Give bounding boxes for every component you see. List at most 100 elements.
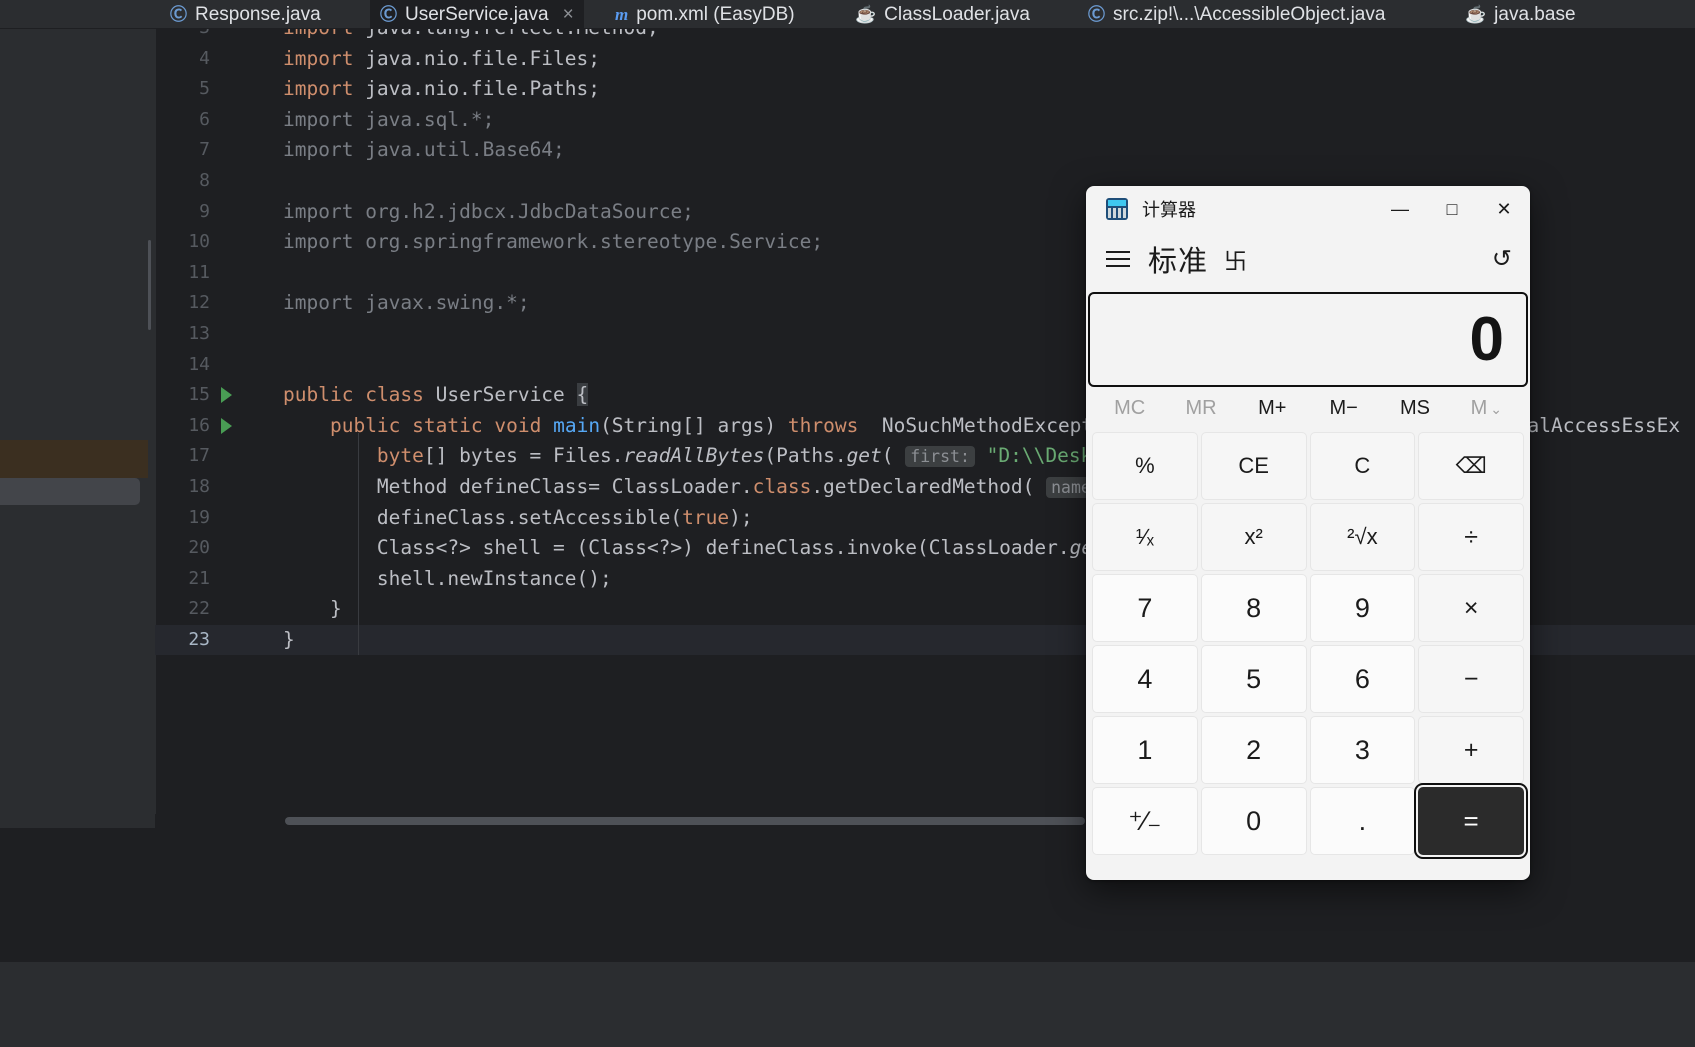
maximize-button[interactable]: □	[1426, 186, 1478, 232]
line-number: 23	[188, 628, 210, 650]
key-digit-4[interactable]: 4	[1092, 645, 1198, 713]
key-multiply[interactable]: ×	[1418, 574, 1524, 642]
key-clear[interactable]: C	[1309, 432, 1416, 500]
key-digit-6[interactable]: 6	[1309, 645, 1416, 713]
hamburger-icon[interactable]	[1106, 250, 1130, 268]
editor-tab[interactable]: Ⓒ UserService.java ×	[370, 0, 584, 29]
key-decimal-point[interactable]: .	[1309, 787, 1416, 855]
code-line-text: import java.sql.*;	[283, 107, 495, 131]
key-digit-0[interactable]: 0	[1200, 787, 1307, 855]
calculator-display[interactable]: 0	[1088, 292, 1528, 387]
code-line-text: import java.nio.file.Paths;	[283, 77, 600, 101]
key-clear-entry[interactable]: CE	[1200, 432, 1307, 500]
pin-icon[interactable]: 卐	[1224, 242, 1247, 276]
code-line[interactable]: 7 import java.util.Base64;	[155, 135, 1695, 166]
indent-guide	[358, 433, 359, 655]
minimize-button[interactable]: —	[1374, 186, 1426, 232]
key-digit-2[interactable]: 2	[1200, 716, 1307, 784]
key-square-root[interactable]: ²√x	[1309, 503, 1416, 571]
code-line-text: shell.newInstance();	[283, 566, 612, 590]
line-number: 15	[188, 384, 210, 406]
close-button[interactable]: ✕	[1478, 186, 1530, 232]
editor-tab[interactable]: ☕ java.base	[1455, 0, 1586, 29]
project-row-modified[interactable]	[0, 440, 155, 478]
key-percent[interactable]: %	[1092, 432, 1198, 500]
editor-tab-label: pom.xml (EasyDB)	[636, 3, 795, 25]
code-line-text: import java.util.Base64;	[283, 138, 565, 162]
memory-button-mc[interactable]: MC	[1094, 397, 1165, 420]
key-square[interactable]: x²	[1200, 503, 1307, 571]
line-number: 5	[199, 78, 210, 100]
line-number: 6	[199, 108, 210, 130]
run-gutter-icon[interactable]	[221, 417, 232, 434]
code-line[interactable]: 5 import java.nio.file.Paths;	[155, 74, 1695, 105]
memory-button-m[interactable]: M−	[1308, 397, 1379, 420]
java-class-icon: Ⓒ	[380, 5, 397, 24]
code-line-text: import java.lang.reflect.Method;	[283, 29, 659, 44]
chevron-down-icon: ⌄	[1490, 400, 1502, 417]
code-line-text: public class UserService {	[283, 383, 589, 407]
close-tab-icon[interactable]: ×	[563, 4, 574, 26]
line-number: 19	[188, 506, 210, 528]
memory-row[interactable]: MC MR M+ M− MS M ⌄	[1086, 387, 1530, 429]
editor-tabbar[interactable]: Ⓒ Response.java Ⓒ UserService.java × m pom.xml…	[0, 0, 1695, 29]
keypad[interactable]: % CE C ⌫ ¹∕ₓ x² ²√x ÷ 7 8 9 × 4 5 6− 1 2 3 + ⁺∕₋ 0. =	[1086, 429, 1530, 862]
key-subtract[interactable]: −	[1418, 645, 1524, 713]
project-row-selected[interactable]	[0, 478, 140, 505]
line-number: 22	[188, 598, 210, 620]
code-line-text: defineClass.setAccessible(true);	[283, 505, 753, 529]
editor-tab[interactable]: Ⓒsrc.zip!\...\AccessibleObject.java	[1078, 0, 1395, 29]
code-line-text: import java.nio.file.Files;	[283, 46, 600, 70]
line-number: 10	[188, 231, 210, 253]
line-number: 21	[188, 567, 210, 589]
key-digit-7[interactable]: 7	[1092, 574, 1198, 642]
window-controls[interactable]: — □ ✕	[1374, 186, 1530, 232]
line-number: 13	[188, 322, 210, 344]
panel-scrollbar[interactable]	[148, 240, 151, 330]
line-number: 9	[199, 200, 210, 222]
code-line[interactable]: 6 import java.sql.*;	[155, 105, 1695, 136]
mode-label: 标准	[1148, 246, 1209, 278]
editor-tab[interactable]: Ⓒ Response.java	[160, 0, 331, 29]
run-gutter-icon[interactable]	[221, 387, 232, 404]
code-line-text: import org.h2.jdbcx.JdbcDataSource;	[283, 199, 694, 223]
key-equals[interactable]: =	[1418, 787, 1524, 855]
horizontal-scrollbar[interactable]	[285, 817, 1085, 825]
editor-tab-label: ClassLoader.java	[884, 3, 1030, 25]
code-line-text: }	[283, 627, 295, 651]
editor-tab[interactable]: m pom.xml (EasyDB)	[605, 0, 805, 29]
editor-tab-label: java.base	[1494, 3, 1576, 25]
editor-tab[interactable]: ☕ ClassLoader.java	[845, 0, 1040, 29]
editor-tab-label: UserService.java	[405, 3, 549, 25]
code-line-text: Class<?> shell = (Class<?>) defineClass.…	[283, 536, 1128, 560]
key-digit-3[interactable]: 3	[1309, 716, 1416, 784]
line-number: 14	[188, 353, 210, 375]
calculator-titlebar[interactable]: 计算器 — □ ✕	[1086, 186, 1530, 232]
line-number: 20	[188, 537, 210, 559]
line-number: 18	[188, 475, 210, 497]
key-digit-1[interactable]: 1	[1092, 716, 1198, 784]
key-backspace[interactable]: ⌫	[1418, 432, 1524, 500]
code-line[interactable]: 3 import java.lang.reflect.Method;	[155, 29, 1695, 44]
key-digit-9[interactable]: 9	[1309, 574, 1416, 642]
code-line[interactable]: 4 import java.nio.file.Files;	[155, 44, 1695, 75]
code-line-text: import org.springframework.stereotype.Se…	[283, 230, 824, 254]
maven-icon: m	[615, 5, 629, 24]
memory-button-ms[interactable]: MS	[1379, 397, 1450, 420]
line-number: 16	[188, 414, 210, 436]
project-panel[interactable]	[0, 29, 148, 829]
memory-button-mr[interactable]: MR	[1165, 397, 1236, 420]
history-icon[interactable]: ↺	[1492, 245, 1512, 274]
key-digit-5[interactable]: 5	[1200, 645, 1307, 713]
java-class-icon: Ⓒ	[170, 5, 187, 24]
key-divide[interactable]: ÷	[1418, 503, 1524, 571]
key-add[interactable]: +	[1418, 716, 1524, 784]
key-reciprocal[interactable]: ¹∕ₓ	[1092, 503, 1198, 571]
calculator-window[interactable]: 计算器 — □ ✕ 标准 卐 ↺ 0 MC MR M+ M− MS M ⌄ % CE C ⌫ ¹∕ₓ…	[1086, 186, 1530, 880]
memory-button-m[interactable]: M ⌄	[1451, 397, 1522, 420]
key-digit-8[interactable]: 8	[1200, 574, 1307, 642]
code-line-text: }	[283, 597, 342, 621]
key-sign-toggle[interactable]: ⁺∕₋	[1092, 787, 1198, 855]
calculator-icon	[1106, 198, 1128, 220]
memory-button-m[interactable]: M+	[1237, 397, 1308, 420]
